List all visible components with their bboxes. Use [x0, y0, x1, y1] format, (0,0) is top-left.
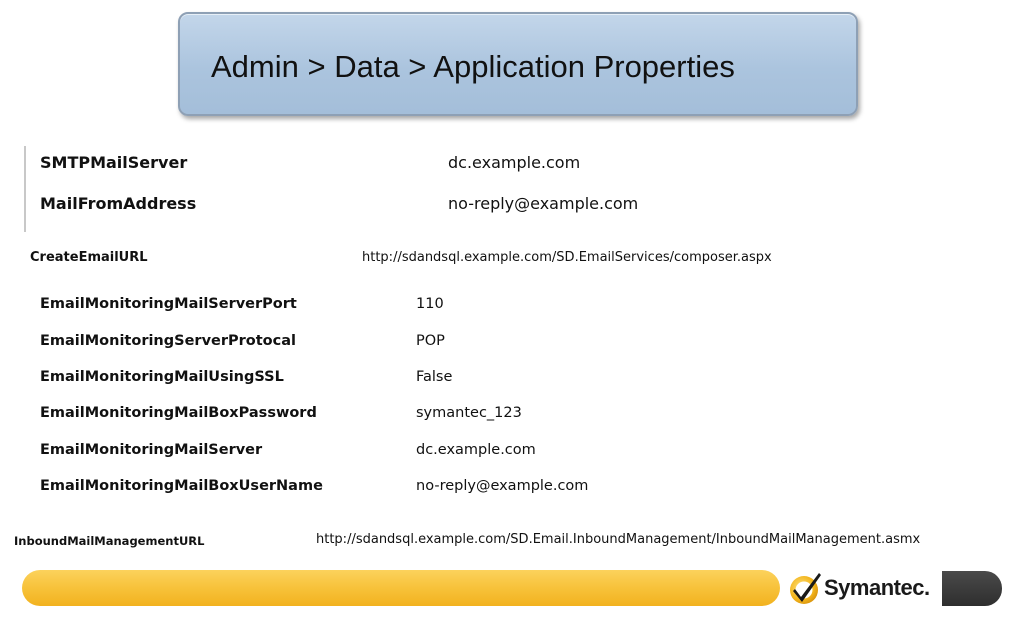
- smtp-mail-server-label: SMTPMailServer: [40, 153, 188, 172]
- email-monitoring-server-label: EmailMonitoringMailServer: [40, 442, 263, 458]
- create-email-url-label: CreateEmailURL: [30, 250, 148, 265]
- email-monitoring-server-value: dc.example.com: [416, 442, 536, 458]
- section-divider: [24, 146, 26, 232]
- checkmark-icon: [790, 573, 821, 604]
- email-monitoring-ssl-label: EmailMonitoringMailUsingSSL: [40, 369, 284, 385]
- footer-dark-block: [942, 571, 1002, 606]
- symantec-logo: Symantec.: [788, 568, 933, 610]
- mail-from-address-value: no-reply@example.com: [448, 194, 639, 213]
- email-monitoring-username-value: no-reply@example.com: [416, 478, 589, 494]
- email-monitoring-port-value: 110: [416, 296, 444, 312]
- email-monitoring-protocol-label: EmailMonitoringServerProtocal: [40, 333, 296, 349]
- email-monitoring-username-label: EmailMonitoringMailBoxUserName: [40, 478, 323, 494]
- footer-bar: [22, 570, 780, 606]
- create-email-url-value: http://sdandsql.example.com/SD.EmailServ…: [362, 250, 772, 265]
- page-title: Admin > Data > Application Properties: [211, 49, 735, 84]
- inbound-mail-management-url-value: http://sdandsql.example.com/SD.Email.Inb…: [316, 532, 921, 547]
- email-monitoring-password-label: EmailMonitoringMailBoxPassword: [40, 405, 317, 421]
- smtp-mail-server-value: dc.example.com: [448, 153, 581, 172]
- mail-from-address-label: MailFromAddress: [40, 194, 197, 213]
- title-banner: Admin > Data > Application Properties: [178, 12, 858, 116]
- email-monitoring-ssl-value: False: [416, 369, 453, 385]
- inbound-mail-management-url-label: InboundMailManagementURL: [14, 534, 205, 548]
- email-monitoring-password-value: symantec_123: [416, 405, 522, 421]
- logo-wordmark: Symantec.: [824, 575, 930, 600]
- email-monitoring-port-label: EmailMonitoringMailServerPort: [40, 296, 297, 312]
- email-monitoring-protocol-value: POP: [416, 333, 445, 349]
